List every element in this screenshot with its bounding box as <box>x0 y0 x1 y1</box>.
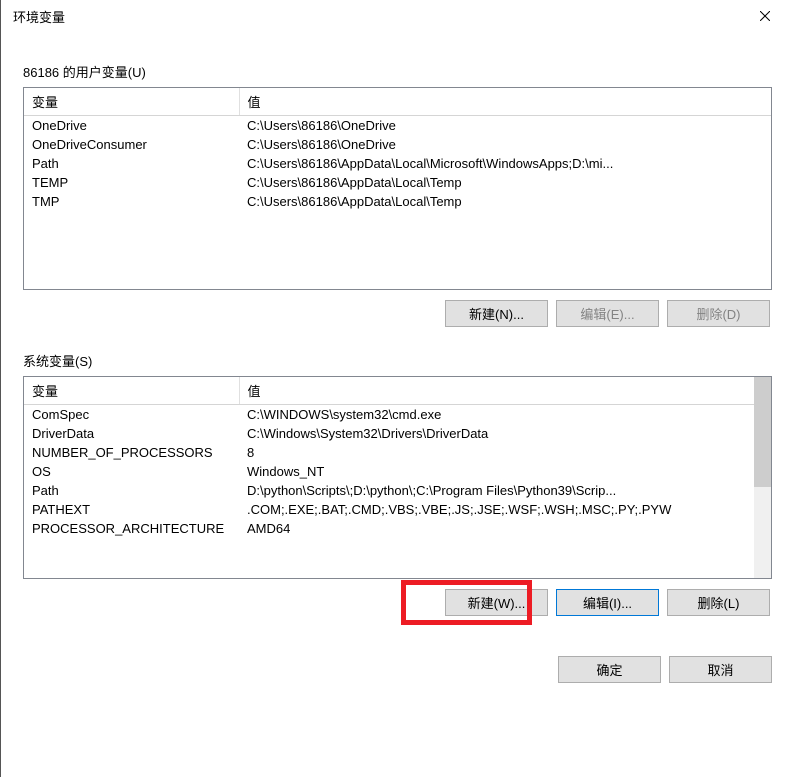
cell-variable: Path <box>24 154 239 173</box>
user-section-label: 86186 的用户变量(U) <box>23 62 772 81</box>
system-section-label: 系统变量(S) <box>23 351 772 370</box>
cell-variable: NUMBER_OF_PROCESSORS <box>24 443 239 462</box>
cell-value: Windows_NT <box>239 462 754 481</box>
cell-value: D:\python\Scripts\;D:\python\;C:\Program… <box>239 481 754 500</box>
user-delete-button[interactable]: 删除(D) <box>667 300 770 327</box>
table-row[interactable]: OneDriveC:\Users\86186\OneDrive <box>24 116 771 136</box>
system-button-row: 新建(W)... 编辑(I)... 删除(L) <box>23 589 772 616</box>
user-variables-section: 86186 的用户变量(U) 变量 值 OneDriveC:\Users\861… <box>23 62 772 327</box>
user-edit-button[interactable]: 编辑(E)... <box>556 300 659 327</box>
table-row[interactable]: NUMBER_OF_PROCESSORS8 <box>24 443 754 462</box>
column-header-variable[interactable]: 变量 <box>24 377 239 405</box>
system-delete-button[interactable]: 删除(L) <box>667 589 770 616</box>
table-row[interactable]: PathC:\Users\86186\AppData\Local\Microso… <box>24 154 771 173</box>
column-header-value[interactable]: 值 <box>239 88 771 116</box>
table-row[interactable]: TEMPC:\Users\86186\AppData\Local\Temp <box>24 173 771 192</box>
cell-variable: OS <box>24 462 239 481</box>
cell-variable: OneDrive <box>24 116 239 136</box>
window-title: 环境变量 <box>13 7 65 26</box>
user-variables-listview[interactable]: 变量 值 OneDriveC:\Users\86186\OneDriveOneD… <box>23 87 772 290</box>
system-variables-section: 系统变量(S) 变量 值 ComSpecC:\WINDOWS\system32\… <box>23 351 772 616</box>
scrollbar[interactable] <box>754 377 771 578</box>
cell-variable: TMP <box>24 192 239 211</box>
table-row[interactable]: ComSpecC:\WINDOWS\system32\cmd.exe <box>24 405 754 425</box>
table-header: 变量 值 <box>24 377 754 405</box>
cell-value: .COM;.EXE;.BAT;.CMD;.VBS;.VBE;.JS;.JSE;.… <box>239 500 754 519</box>
cell-variable: PATHEXT <box>24 500 239 519</box>
cell-variable: DriverData <box>24 424 239 443</box>
cell-value: AMD64 <box>239 519 754 538</box>
user-new-button[interactable]: 新建(N)... <box>445 300 548 327</box>
cell-value: C:\Windows\System32\Drivers\DriverData <box>239 424 754 443</box>
cell-variable: Path <box>24 481 239 500</box>
cell-value: C:\Users\86186\OneDrive <box>239 135 771 154</box>
user-button-row: 新建(N)... 编辑(E)... 删除(D) <box>23 300 772 327</box>
cell-value: C:\Users\86186\AppData\Local\Temp <box>239 173 771 192</box>
title-bar: 环境变量 <box>1 0 794 32</box>
system-new-button[interactable]: 新建(W)... <box>445 589 548 616</box>
scrollbar-thumb[interactable] <box>754 377 771 487</box>
cell-value: C:\Users\86186\AppData\Local\Microsoft\W… <box>239 154 771 173</box>
cell-value: C:\Users\86186\OneDrive <box>239 116 771 136</box>
cancel-button[interactable]: 取消 <box>669 656 772 683</box>
column-header-variable[interactable]: 变量 <box>24 88 239 116</box>
cell-value: C:\WINDOWS\system32\cmd.exe <box>239 405 754 425</box>
table-row[interactable]: PATHEXT.COM;.EXE;.BAT;.CMD;.VBS;.VBE;.JS… <box>24 500 754 519</box>
cell-variable: OneDriveConsumer <box>24 135 239 154</box>
table-row[interactable]: OneDriveConsumerC:\Users\86186\OneDrive <box>24 135 771 154</box>
system-variables-listview[interactable]: 变量 值 ComSpecC:\WINDOWS\system32\cmd.exeD… <box>23 376 772 579</box>
table-row[interactable]: TMPC:\Users\86186\AppData\Local\Temp <box>24 192 771 211</box>
close-icon <box>760 11 770 21</box>
cell-value: C:\Users\86186\AppData\Local\Temp <box>239 192 771 211</box>
close-button[interactable] <box>742 0 788 32</box>
table-header: 变量 值 <box>24 88 771 116</box>
table-row[interactable]: PathD:\python\Scripts\;D:\python\;C:\Pro… <box>24 481 754 500</box>
cell-variable: TEMP <box>24 173 239 192</box>
cell-value: 8 <box>239 443 754 462</box>
table-row[interactable]: OSWindows_NT <box>24 462 754 481</box>
table-row[interactable]: DriverDataC:\Windows\System32\Drivers\Dr… <box>24 424 754 443</box>
dialog-button-row: 确定 取消 <box>1 636 794 683</box>
cell-variable: PROCESSOR_ARCHITECTURE <box>24 519 239 538</box>
column-header-value[interactable]: 值 <box>239 377 754 405</box>
cell-variable: ComSpec <box>24 405 239 425</box>
system-edit-button[interactable]: 编辑(I)... <box>556 589 659 616</box>
ok-button[interactable]: 确定 <box>558 656 661 683</box>
table-row[interactable]: PROCESSOR_ARCHITECTUREAMD64 <box>24 519 754 538</box>
